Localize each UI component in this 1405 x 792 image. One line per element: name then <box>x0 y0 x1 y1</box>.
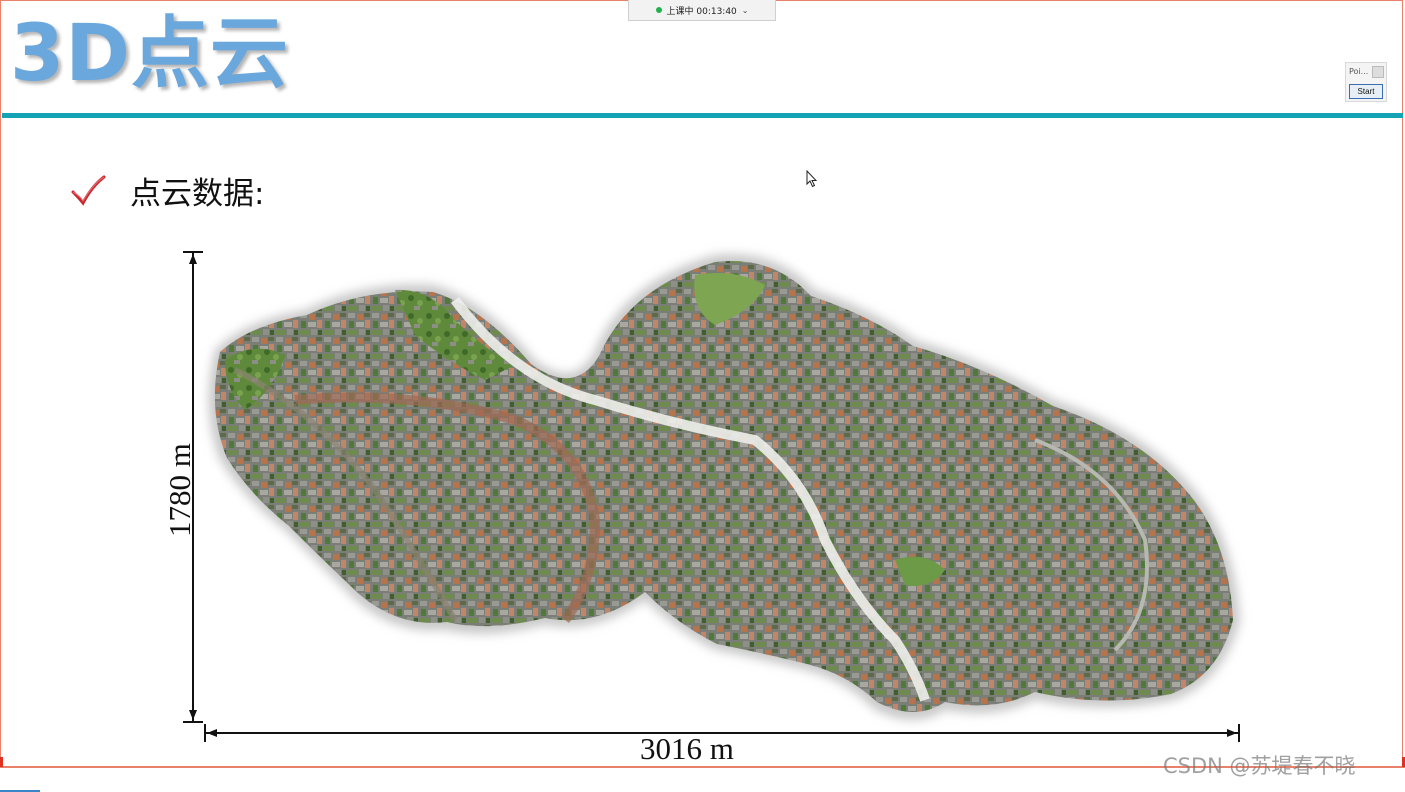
point-cloud-figure <box>183 251 1241 742</box>
mouse-cursor-icon <box>806 170 818 188</box>
check-icon <box>71 175 106 206</box>
class-status-pill[interactable]: 上课中 00:13:40 ⌄ <box>628 0 776 21</box>
title-divider <box>2 113 1403 118</box>
corner-marker <box>0 757 3 767</box>
chevron-down-icon[interactable]: ⌄ <box>742 6 749 15</box>
live-status-icon <box>655 7 662 13</box>
panel-label: Poi... <box>1349 67 1369 76</box>
class-status-label: 上课中 00:13:40 <box>666 6 737 17</box>
width-dimension-label: 3016 m <box>640 731 734 766</box>
watermark: CSDN @苏堤春不晓 <box>1163 754 1356 778</box>
slide-title: 3D点云 <box>10 9 290 99</box>
floating-control-panel: Poi... Start <box>1345 62 1387 102</box>
bullet-text: 点云数据: <box>130 176 265 212</box>
height-dimension-label: 1780 m <box>162 443 197 537</box>
bullet-item: 点云数据: <box>70 168 264 213</box>
panel-toggle[interactable] <box>1372 66 1384 78</box>
start-button[interactable]: Start <box>1349 84 1383 99</box>
